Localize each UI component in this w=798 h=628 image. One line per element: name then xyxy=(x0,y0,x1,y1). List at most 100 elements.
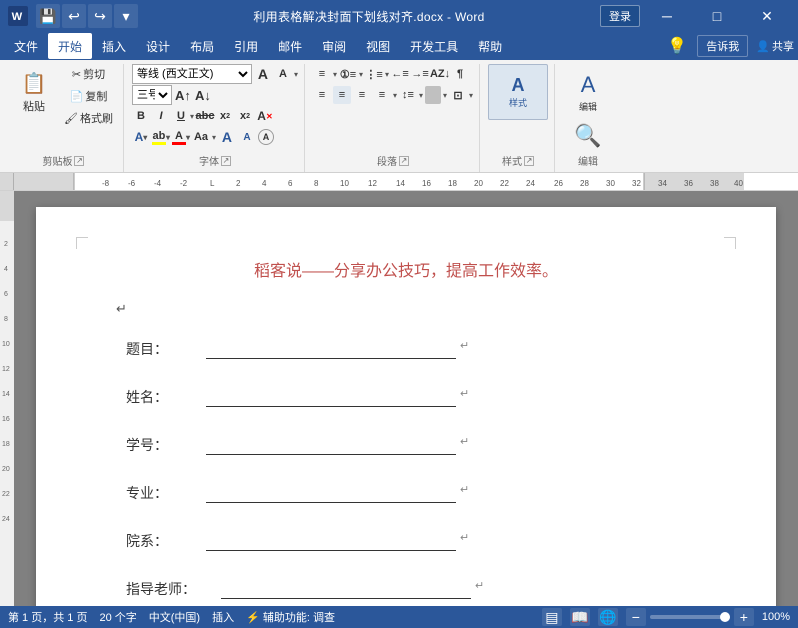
advisor-line[interactable] xyxy=(221,577,471,599)
font-name-selector[interactable]: 等线 (西文正文) xyxy=(132,64,252,84)
language[interactable]: 中文(中国) xyxy=(149,609,200,625)
accessibility[interactable]: ⚡ 辅助功能: 调查 xyxy=(246,609,335,625)
list-bullet-button[interactable]: ≡ xyxy=(313,65,331,83)
menu-mailings[interactable]: 邮件 xyxy=(268,33,312,59)
bold-button[interactable]: B xyxy=(132,107,150,125)
text-effect-button[interactable]: A ▾ xyxy=(132,128,150,146)
font-circle-button[interactable]: A xyxy=(258,129,274,145)
clear-format-button[interactable]: A ✕ xyxy=(256,107,274,125)
styles-button[interactable]: A 样式 xyxy=(488,64,548,120)
zoom-slider[interactable]: − + xyxy=(626,608,754,626)
italic-button[interactable]: I xyxy=(152,107,170,125)
minimize-button[interactable]: ─ xyxy=(644,0,690,32)
font-smallA-button[interactable]: A xyxy=(238,128,256,146)
editing-label: 编辑 xyxy=(578,153,598,168)
input-mode[interactable]: 插入 xyxy=(212,609,234,625)
status-right: ▤ 📖 🌐 − + 100% xyxy=(542,608,790,626)
indent-button[interactable]: →≡ xyxy=(411,65,429,83)
form-row-department: 院系： ↵ xyxy=(126,529,696,551)
font-decrease-button[interactable]: A↓ xyxy=(194,86,212,104)
font-increase-button[interactable]: A↑ xyxy=(174,86,192,104)
studentid-line[interactable] xyxy=(206,433,456,455)
svg-text:24: 24 xyxy=(526,179,535,188)
form-row-major: 专业： ↵ xyxy=(126,481,696,503)
menu-review[interactable]: 审阅 xyxy=(312,33,356,59)
sort-button[interactable]: AZ↓ xyxy=(431,65,449,83)
login-button[interactable]: 登录 xyxy=(600,5,640,27)
maximize-button[interactable]: □ xyxy=(694,0,740,32)
underline-button[interactable]: U xyxy=(172,107,190,125)
major-line[interactable] xyxy=(206,481,456,503)
font-col: 等线 (西文正文) A A ▾ 三号 A↑ A↓ B xyxy=(132,64,298,147)
paste-button[interactable]: 📋 粘贴 xyxy=(10,64,58,120)
print-layout-btn[interactable]: ▤ xyxy=(542,608,562,626)
list-number-button[interactable]: ①≡ xyxy=(339,65,357,83)
save-button[interactable]: 💾 xyxy=(36,4,60,28)
format-painter-button[interactable]: 🖌 格式刷 xyxy=(60,108,117,128)
strikethrough-button[interactable]: abc xyxy=(196,107,214,125)
menu-developer[interactable]: 开发工具 xyxy=(400,33,468,59)
share-button[interactable]: 👤 共享 xyxy=(756,38,794,54)
outdent-button[interactable]: ←≡ xyxy=(391,65,409,83)
vertical-ruler-svg: 2 4 6 8 10 12 14 16 18 20 22 24 xyxy=(0,191,14,606)
zoom-level[interactable]: 100% xyxy=(762,611,790,623)
menu-references[interactable]: 引用 xyxy=(224,33,268,59)
zoom-out-btn[interactable]: − xyxy=(626,608,646,626)
zoom-in-btn[interactable]: + xyxy=(734,608,754,626)
font-aa-button[interactable]: Aa xyxy=(192,128,210,146)
svg-text:4: 4 xyxy=(262,179,267,188)
clipboard-expander[interactable]: ↗ xyxy=(74,156,84,166)
justify-button[interactable]: ≡ xyxy=(373,86,391,104)
menu-layout[interactable]: 布局 xyxy=(180,33,224,59)
list-multi-button[interactable]: ⋮≡ xyxy=(365,65,383,83)
font-bigA-button[interactable]: A xyxy=(218,128,236,146)
menu-home[interactable]: 开始 xyxy=(48,33,92,59)
vertical-ruler: 2 4 6 8 10 12 14 16 18 20 22 24 xyxy=(0,191,14,606)
font-expander[interactable]: ↗ xyxy=(221,156,231,166)
shading-button[interactable] xyxy=(425,86,441,104)
cut-button[interactable]: ✂ 剪切 xyxy=(60,64,117,84)
page-info[interactable]: 第 1 页，共 1 页 xyxy=(8,609,87,625)
find-replace-button[interactable]: A 编辑 xyxy=(563,64,613,120)
customize-button[interactable]: ▾ xyxy=(114,4,138,28)
tell-me-box[interactable]: 告诉我 xyxy=(697,35,748,57)
help-icon[interactable]: 💡 xyxy=(665,34,689,58)
close-button[interactable]: ✕ xyxy=(744,0,790,32)
align-center-button[interactable]: ≡ xyxy=(333,86,351,104)
highlight-button[interactable]: ab ▾ xyxy=(152,128,170,146)
name-line[interactable] xyxy=(206,385,456,407)
paragraph-expander[interactable]: ↗ xyxy=(399,156,409,166)
undo-button[interactable]: ↩ xyxy=(62,4,86,28)
menu-view[interactable]: 视图 xyxy=(356,33,400,59)
border-button[interactable]: ⊡ xyxy=(449,86,467,104)
superscript-button[interactable]: x2 xyxy=(236,107,254,125)
title-line[interactable] xyxy=(206,337,456,359)
menu-file[interactable]: 文件 xyxy=(4,33,48,59)
search-button[interactable]: 🔍 xyxy=(563,121,613,151)
menu-design[interactable]: 设计 xyxy=(136,33,180,59)
font-grow-button[interactable]: A xyxy=(254,65,272,83)
menu-insert[interactable]: 插入 xyxy=(92,33,136,59)
subscript-button[interactable]: x2 xyxy=(216,107,234,125)
read-mode-btn[interactable]: 📖 xyxy=(570,608,590,626)
svg-text:26: 26 xyxy=(554,179,563,188)
department-line[interactable] xyxy=(206,529,456,551)
show-para-button[interactable]: ¶ xyxy=(451,65,469,83)
menu-help[interactable]: 帮助 xyxy=(468,33,512,59)
underline-dropdown[interactable]: ▾ xyxy=(190,112,194,121)
svg-text:-2: -2 xyxy=(180,179,188,188)
word-count[interactable]: 20 个字 xyxy=(99,609,136,625)
web-layout-btn[interactable]: 🌐 xyxy=(598,608,618,626)
redo-button[interactable]: ↪ xyxy=(88,4,112,28)
document-scroll[interactable]: 稻客说——分享办公技巧，提高工作效率。 ↵ 题目： ↵ 姓名： ↵ xyxy=(14,191,798,606)
align-right-button[interactable]: ≡ xyxy=(353,86,371,104)
font-shrink-button[interactable]: A xyxy=(274,65,292,83)
line-spacing-button[interactable]: ↕≡ xyxy=(399,86,417,104)
font-size-selector[interactable]: 三号 xyxy=(132,85,172,105)
copy-button[interactable]: 📄 复制 xyxy=(60,86,117,106)
form-row-name: 姓名： ↵ xyxy=(126,385,696,407)
search-icon: 🔍 xyxy=(574,123,601,149)
font-color-button[interactable]: A ▾ xyxy=(172,128,190,146)
align-left-button[interactable]: ≡ xyxy=(313,86,331,104)
styles-expander[interactable]: ↗ xyxy=(524,156,534,166)
